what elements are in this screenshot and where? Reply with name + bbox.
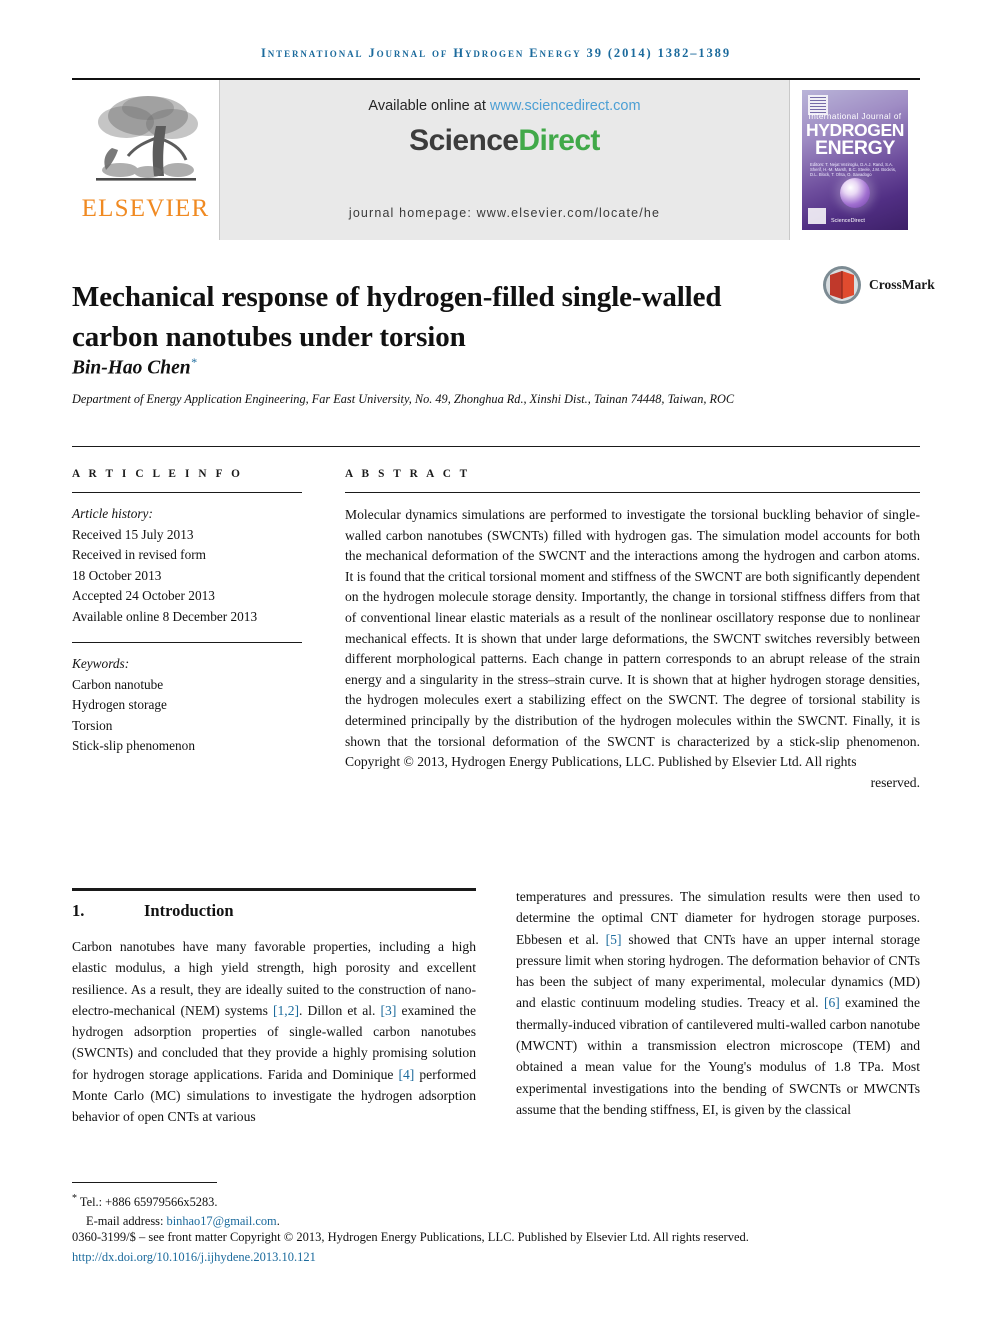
footnote-email-label: E-mail address: xyxy=(86,1214,167,1229)
sciencedirect-link[interactable]: www.sciencedirect.com xyxy=(490,98,641,114)
abstract-label: A B S T R A C T xyxy=(345,468,471,480)
footnote-rule xyxy=(72,1182,217,1183)
sciencedirect-logo-direct: Direct xyxy=(518,124,600,157)
introduction-paragraph-left: Carbon nanotubes have many favorable pro… xyxy=(72,936,476,1128)
keywords-rule xyxy=(72,642,302,643)
crossmark-badge[interactable]: CrossMark xyxy=(822,265,935,305)
footnote-email-link[interactable]: binhao17@gmail.com xyxy=(167,1214,277,1228)
journal-homepage-link[interactable]: journal homepage: www.elsevier.com/locat… xyxy=(220,206,789,220)
footer-doi-link[interactable]: http://dx.doi.org/10.1016/j.ijhydene.201… xyxy=(72,1248,922,1268)
citation-ref-3[interactable]: [3] xyxy=(381,1003,397,1018)
footnote-tel: Tel.: +886 65979566x5283. xyxy=(79,1195,218,1210)
author-affiliation: Department of Energy Application Enginee… xyxy=(72,392,735,406)
footnote-email-period: . xyxy=(276,1214,280,1229)
introduction-paragraph-right: temperatures and pressures. The simulati… xyxy=(516,886,920,1120)
footnote-marker: * xyxy=(72,1193,77,1204)
abstract-rule xyxy=(345,492,920,493)
introduction-top-rule xyxy=(72,888,476,891)
introduction-heading: 1. Introduction xyxy=(72,901,476,921)
introduction-title: Introduction xyxy=(144,901,234,920)
sciencedirect-banner: Available online at www.sciencedirect.co… xyxy=(220,80,790,240)
citation-ref-6[interactable]: [6] xyxy=(824,995,840,1010)
body-column-right: temperatures and pressures. The simulati… xyxy=(516,886,920,1120)
available-online-line: Available online at www.sciencedirect.co… xyxy=(368,98,640,114)
cover-sciencedirect-label: ScienceDirect xyxy=(831,218,865,224)
journal-cover-thumbnail[interactable]: International Journal of HYDROGEN ENERGY… xyxy=(802,90,908,230)
article-history-item: Received in revised form xyxy=(72,547,207,562)
corresponding-author-footnote: * Tel.: +886 65979566x5283. E-mail addre… xyxy=(72,1189,502,1231)
cover-publisher-mark-icon xyxy=(808,208,826,224)
journal-masthead: ELSEVIER Available online at www.science… xyxy=(72,78,920,240)
elsevier-tree-icon xyxy=(95,96,198,181)
keyword-item: Carbon nanotube xyxy=(72,676,164,692)
body-column-left: Carbon nanotubes have many favorable pro… xyxy=(72,936,476,1128)
cover-editors: Editors: T. Nejat Veziroglu, D.A.J. Rand… xyxy=(810,162,897,178)
keywords-block: Keywords: Carbon nanotube Hydrogen stora… xyxy=(72,654,302,757)
crossmark-label: CrossMark xyxy=(869,277,935,292)
footnote-tel-line: * Tel.: +886 65979566x5283. xyxy=(72,1189,502,1212)
cover-title-line3: ENERGY xyxy=(815,137,895,159)
crossmark-icon xyxy=(823,266,861,304)
abstract-tail: reserved. xyxy=(870,774,920,790)
introduction-number: 1. xyxy=(72,901,85,920)
citation-ref-5[interactable]: [5] xyxy=(606,932,622,947)
sciencedirect-logo-science: Science xyxy=(409,124,519,157)
article-info-column: A R T I C L E I N F O Article history: R… xyxy=(72,468,302,757)
article-history-item: Received 15 July 2013 xyxy=(72,526,194,542)
abstract-column: A B S T R A C T Molecular dynamics simul… xyxy=(345,468,920,793)
journal-cover-cell: International Journal of HYDROGEN ENERGY… xyxy=(790,80,920,240)
sciencedirect-logo[interactable]: ScienceDirect xyxy=(409,124,600,158)
intro-right-text-c: examined the thermally-induced vibration… xyxy=(516,995,920,1117)
intro-text-b: . Dillon et al. xyxy=(299,1002,381,1018)
article-info-rule xyxy=(72,492,302,493)
article-history-item: 18 October 2013 xyxy=(72,567,162,583)
cover-footer: ScienceDirect xyxy=(808,208,902,224)
keyword-item: Hydrogen storage xyxy=(72,697,167,712)
author-name-text: Bin-Hao Chen xyxy=(72,357,191,379)
footer-copyright: 0360-3199/$ – see front matter Copyright… xyxy=(72,1230,749,1244)
cover-orb-graphic xyxy=(840,178,870,208)
keyword-item: Torsion xyxy=(72,717,113,733)
article-history-item: Accepted 24 October 2013 xyxy=(72,588,215,603)
available-online-text: Available online at xyxy=(368,98,490,114)
abstract-body: Molecular dynamics simulations are perfo… xyxy=(345,507,920,770)
article-history-block: Article history: Received 15 July 2013 R… xyxy=(72,504,302,627)
keywords-label: Keywords: xyxy=(72,656,130,671)
running-head: International Journal of Hydrogen Energy… xyxy=(261,46,731,60)
elsevier-wordmark: ELSEVIER xyxy=(81,195,210,222)
citation-ref-1-2[interactable]: [1,2] xyxy=(273,1003,299,1018)
info-section-top-rule xyxy=(72,446,920,447)
author-corresponding-marker: * xyxy=(190,355,197,369)
article-info-label: A R T I C L E I N F O xyxy=(72,468,243,480)
page-title: Mechanical response of hydrogen-filled s… xyxy=(72,281,722,354)
citation-ref-4[interactable]: [4] xyxy=(398,1067,414,1082)
elsevier-brand: ELSEVIER xyxy=(72,80,220,240)
article-page: International Journal of Hydrogen Energy… xyxy=(0,0,992,1323)
article-history-item: Available online 8 December 2013 xyxy=(72,608,258,624)
article-history-label: Article history: xyxy=(72,506,153,521)
keyword-item: Stick-slip phenomenon xyxy=(72,738,195,753)
author-name: Bin-Hao Chen* xyxy=(72,355,197,380)
abstract-text: Molecular dynamics simulations are perfo… xyxy=(345,505,920,793)
